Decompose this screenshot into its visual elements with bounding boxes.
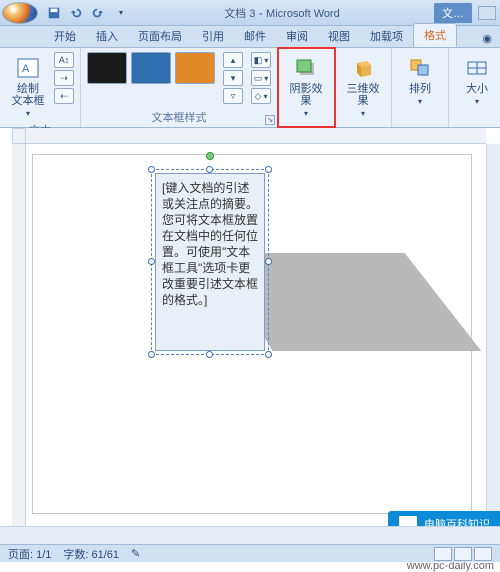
- group-3d-effects: 三维效果 ▾: [335, 48, 392, 127]
- help-icon[interactable]: ◉: [482, 32, 500, 47]
- tab-addins[interactable]: 加载项: [360, 25, 413, 47]
- 3d-effects-label: 三维效果: [344, 83, 382, 107]
- text-direction-button[interactable]: A↕: [54, 52, 74, 68]
- style-swatch-1[interactable]: [87, 52, 127, 84]
- tab-pagelayout[interactable]: 页面布局: [128, 25, 192, 47]
- horizontal-ruler[interactable]: [26, 128, 486, 144]
- style-swatch-2[interactable]: [131, 52, 171, 84]
- shape-fill-button[interactable]: ◧: [251, 52, 271, 68]
- rotate-handle[interactable]: [206, 152, 214, 160]
- size-icon: [462, 55, 492, 81]
- document-area: [键入文档的引述或关注点的摘要。您可将文本框放置在文档中的任何位置。可使用"文本…: [0, 128, 500, 526]
- shape-outline-button[interactable]: ▭: [251, 70, 271, 86]
- vertical-ruler[interactable]: [12, 144, 26, 526]
- resize-handle-tr[interactable]: [265, 166, 272, 173]
- quick-access-toolbar: [44, 3, 130, 23]
- group-text: A 绘制 文本框 ▾ A↕ ⇢ ⇠ 文本: [0, 48, 81, 127]
- tab-view[interactable]: 视图: [318, 25, 360, 47]
- tab-mailings[interactable]: 邮件: [234, 25, 276, 47]
- svg-text:A: A: [22, 63, 30, 75]
- shadow-icon: [291, 55, 321, 81]
- view-web-layout-button[interactable]: [474, 547, 492, 561]
- change-shape-button[interactable]: ◇: [251, 88, 271, 104]
- resize-handle-bl[interactable]: [148, 351, 155, 358]
- doc-name: 文档 3: [224, 8, 255, 20]
- chevron-down-icon: ▾: [418, 97, 422, 106]
- page[interactable]: [键入文档的引述或关注点的摘要。您可将文本框放置在文档中的任何位置。可使用"文本…: [32, 154, 472, 514]
- text-box[interactable]: [键入文档的引述或关注点的摘要。您可将文本框放置在文档中的任何位置。可使用"文本…: [155, 173, 265, 351]
- group-styles-label: 文本框样式: [87, 108, 271, 125]
- group-textbox-styles: ▴ ▾ ▿ ◧ ▭ ◇ 文本框样式 ↘: [81, 48, 278, 127]
- minimize-button[interactable]: [478, 6, 496, 20]
- view-full-screen-button[interactable]: [454, 547, 472, 561]
- tab-home[interactable]: 开始: [44, 25, 86, 47]
- resize-handle-br[interactable]: [265, 351, 272, 358]
- ruler-toggle-button[interactable]: [12, 128, 26, 144]
- 3d-effects-button[interactable]: 三维效果 ▾: [341, 52, 385, 121]
- ribbon: A 绘制 文本框 ▾ A↕ ⇢ ⇠ 文本 ▴ ▾ ▿: [0, 48, 500, 128]
- styles-row-down-button[interactable]: ▾: [223, 70, 243, 86]
- tab-references[interactable]: 引用: [192, 25, 234, 47]
- draw-textbox-button[interactable]: A 绘制 文本框 ▾: [6, 52, 50, 121]
- contextual-tab-label[interactable]: 文…: [434, 3, 472, 23]
- style-swatch-3[interactable]: [175, 52, 215, 84]
- resize-handle-l[interactable]: [148, 258, 155, 265]
- tab-insert[interactable]: 插入: [86, 25, 128, 47]
- status-bar: 页面: 1/1 字数: 61/61 ✎: [0, 544, 500, 562]
- redo-icon[interactable]: [88, 3, 108, 23]
- size-label: 大小: [466, 83, 488, 95]
- status-words[interactable]: 字数: 61/61: [63, 546, 119, 562]
- resize-handle-tl[interactable]: [148, 166, 155, 173]
- view-controls: [434, 547, 492, 561]
- arrange-button[interactable]: 排列 ▾: [398, 52, 442, 109]
- create-link-button[interactable]: ⇢: [54, 70, 74, 86]
- cube-icon: [348, 55, 378, 81]
- chevron-down-icon: ▾: [26, 109, 30, 118]
- status-page[interactable]: 页面: 1/1: [8, 546, 51, 562]
- arrange-icon: [405, 55, 435, 81]
- draw-textbox-label: 绘制 文本框: [12, 83, 45, 107]
- view-print-layout-button[interactable]: [434, 547, 452, 561]
- tab-review[interactable]: 审阅: [276, 25, 318, 47]
- window-title: 文档 3 - Microsoft Word: [130, 5, 434, 21]
- save-icon[interactable]: [44, 3, 64, 23]
- app-name: Microsoft Word: [266, 8, 340, 20]
- chevron-down-icon: ▾: [361, 109, 365, 118]
- tab-format[interactable]: 格式: [413, 23, 457, 47]
- textbox-icon: A: [13, 55, 43, 81]
- chevron-down-icon: ▾: [475, 97, 479, 106]
- styles-row-up-button[interactable]: ▴: [223, 52, 243, 68]
- office-button[interactable]: [2, 2, 38, 24]
- arrange-label: 排列: [409, 83, 431, 95]
- shadow-effects-button[interactable]: 阴影效果 ▾: [284, 52, 328, 121]
- size-button[interactable]: 大小 ▾: [455, 52, 499, 109]
- resize-handle-b[interactable]: [206, 351, 213, 358]
- undo-icon[interactable]: [66, 3, 86, 23]
- horizontal-scrollbar[interactable]: [0, 526, 500, 544]
- styles-more-button[interactable]: ▿: [223, 88, 243, 104]
- group-shadow-effects: 阴影效果 ▾: [278, 48, 335, 127]
- group-arrange: 排列 ▾: [392, 48, 449, 127]
- qat-customize-icon[interactable]: [110, 3, 130, 23]
- styles-launcher-icon[interactable]: ↘: [265, 115, 275, 125]
- chevron-down-icon: ▾: [304, 109, 308, 118]
- status-language-icon[interactable]: ✎: [131, 547, 140, 560]
- shadow-effects-label: 阴影效果: [287, 83, 325, 107]
- resize-handle-t[interactable]: [206, 166, 213, 173]
- break-link-button[interactable]: ⇠: [54, 88, 74, 104]
- ribbon-tabs: 开始 插入 页面布局 引用 邮件 审阅 视图 加载项 格式 ◉: [0, 26, 500, 48]
- group-size: 大小 ▾: [449, 48, 500, 127]
- vertical-scrollbar[interactable]: [486, 144, 500, 526]
